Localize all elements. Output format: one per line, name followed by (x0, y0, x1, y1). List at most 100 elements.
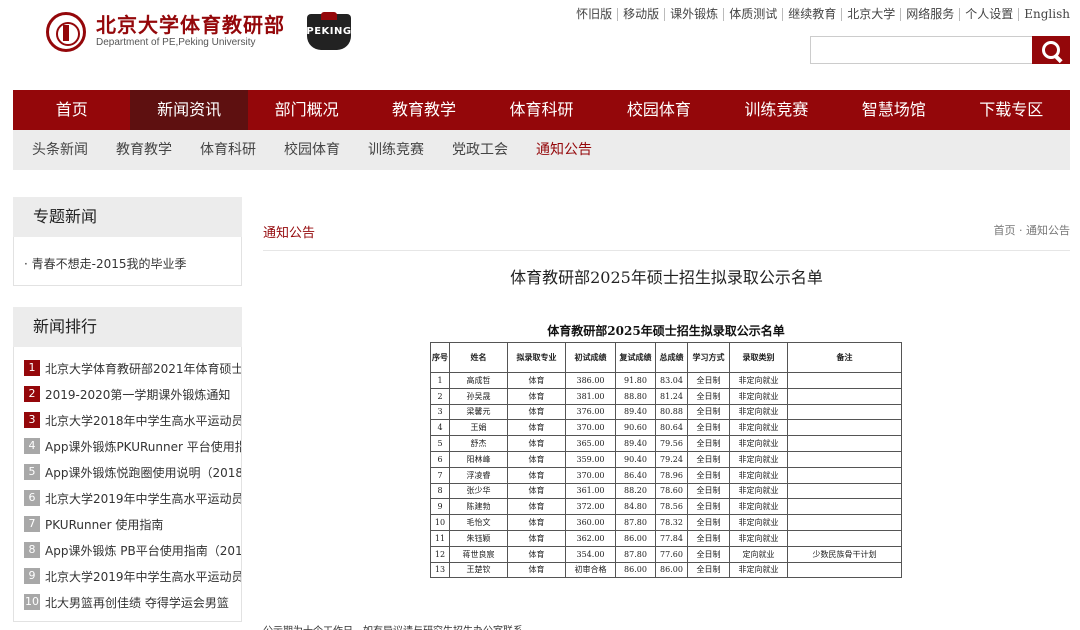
ranking-item[interactable]: 10 北大男篮再创佳绩 夺得学运会男篮 (24, 589, 241, 615)
table-cell: 89.40 (615, 435, 656, 452)
table-cell (787, 482, 902, 500)
ranking-title-text: 北京大学2018年中学生高水平运动员 (45, 413, 241, 428)
site-name-en: Department of PE,Peking University (96, 37, 256, 48)
top-link[interactable]: 怀旧版 (571, 8, 619, 21)
breadcrumb[interactable]: 首页 · 通知公告 (994, 222, 1071, 238)
table-cell: 2 (430, 387, 450, 405)
table-cell: 蒋世良宸 (449, 545, 508, 563)
nav-item[interactable]: 首页 (13, 90, 130, 130)
table-cell: 80.64 (655, 419, 688, 437)
ranking-title-text: App课外锻炼 PB平台使用指南（2018 (45, 543, 241, 558)
table-cell: 13 (430, 561, 450, 579)
table-cell: 84.80 (615, 498, 656, 516)
top-link[interactable]: 继续教育 (783, 8, 843, 21)
table-cell: 张少华 (449, 482, 508, 500)
table-cell: 360.00 (565, 514, 616, 531)
nav-item[interactable]: 训练竞赛 (718, 90, 835, 130)
table-cell: 11 (430, 529, 450, 547)
rank-number: 4 (24, 438, 40, 454)
table-cell: 10 (430, 514, 450, 531)
site-name-cn: 北京大学体育教研部 (96, 13, 285, 37)
top-link[interactable]: 移动版 (618, 8, 666, 21)
nav-item[interactable]: 新闻资讯 (130, 90, 248, 130)
ranking-title-text: 2019-2020第一学期课外锻炼通知 (45, 387, 231, 402)
subnav-item[interactable]: 校园体育 (284, 130, 340, 170)
table-cell: 浮凌睿 (449, 466, 508, 484)
search-input[interactable] (810, 36, 1032, 64)
table-cell: 4 (430, 419, 450, 437)
subnav-item[interactable]: 体育科研 (200, 130, 256, 170)
article-note: 公示期为十个工作日，如有异议请与研究生招生办公室联系。 (263, 622, 533, 630)
site-logo[interactable]: 北京大学体育教研部 Department of PE,Peking Univer… (46, 12, 359, 52)
table-cell (787, 466, 902, 484)
table-cell: 非定向就业 (729, 435, 788, 452)
badge-crown (321, 12, 337, 20)
subnav-item[interactable]: 教育教学 (116, 130, 172, 170)
table-cell: 361.00 (565, 482, 616, 500)
table-cell: 体育 (507, 529, 566, 547)
table-row: 9 陈建勃 体育 372.00 84.80 78.56 全日制 非定向就业 (430, 498, 902, 516)
ranking-item[interactable]: 9 北京大学2019年中学生高水平运动员 (24, 563, 241, 589)
table-header-cell: 复试成绩 (615, 342, 656, 373)
table-cell: 体育 (507, 372, 566, 389)
subnav-item[interactable]: 训练竞赛 (368, 130, 424, 170)
table-cell: 少数民族骨干计划 (787, 545, 902, 563)
table-cell: 全日制 (687, 482, 730, 500)
table-cell: 359.00 (565, 450, 616, 468)
table-cell: 5 (430, 435, 450, 452)
table-cell: 全日制 (687, 419, 730, 437)
content-category[interactable]: 通知公告 (263, 222, 315, 241)
ranking-title-text: PKURunner 使用指南 (45, 517, 164, 532)
table-cell: 370.00 (565, 466, 616, 484)
topic-link[interactable]: · 青春不想走-2015我的毕业季 (14, 237, 241, 285)
top-link[interactable]: 网络服务 (901, 8, 961, 21)
ranking-item[interactable]: 7 PKURunner 使用指南 (24, 511, 241, 537)
nav-item[interactable]: 校园体育 (600, 90, 717, 130)
article-title: 体育教研部2025年硕士招生拟录取公示名单 (510, 268, 823, 287)
table-cell: 舒杰 (449, 435, 508, 452)
subnav-item[interactable]: 头条新闻 (32, 130, 88, 170)
ranking-title-text: App课外锻炼悦跑圈使用说明（2018 (45, 465, 241, 480)
ranking-item[interactable]: 8 App课外锻炼 PB平台使用指南（2018 (24, 537, 241, 563)
table-row: 12 蒋世良宸 体育 354.00 87.80 77.60 全日制 定向就业 少数民族骨干计划 (430, 545, 902, 563)
search-button[interactable] (1032, 36, 1070, 64)
table-cell (787, 419, 902, 437)
table-cell: 非定向就业 (729, 529, 788, 547)
ranking-item[interactable]: 4 App课外锻炼PKURunner 平台使用指 (24, 433, 241, 459)
nav-item[interactable]: 体育科研 (483, 90, 600, 130)
nav-item[interactable]: 部门概况 (248, 90, 365, 130)
rank-number: 8 (24, 542, 40, 558)
nav-item[interactable]: 下载专区 (953, 90, 1070, 130)
ranking-item[interactable]: 5 App课外锻炼悦跑圈使用说明（2018 (24, 459, 241, 485)
top-link[interactable]: 北京大学 (842, 8, 902, 21)
top-link[interactable]: English (1019, 8, 1070, 21)
table-cell: 全日制 (687, 561, 730, 579)
table-cell: 体育 (507, 514, 566, 531)
ranking-item[interactable]: 2 2019-2020第一学期课外锻炼通知 (24, 381, 241, 407)
table-cell: 全日制 (687, 435, 730, 452)
ranking-title: 新闻排行 (13, 307, 242, 347)
peking-badge-icon: PEKING (299, 12, 359, 52)
nav-item[interactable]: 教育教学 (365, 90, 482, 130)
ranking-item[interactable]: 3 北京大学2018年中学生高水平运动员 (24, 407, 241, 433)
main-nav: 首页 新闻资讯 部门概况 教育教学 体育科研 校园体育 训练竞赛 智慧场馆 下载专区 (13, 90, 1070, 130)
top-link[interactable]: 个人设置 (960, 8, 1020, 21)
nav-item[interactable]: 智慧场馆 (835, 90, 952, 130)
table-cell: 78.32 (655, 514, 688, 531)
table-cell: 非定向就业 (729, 561, 788, 579)
subnav-item[interactable]: 通知公告 (536, 130, 592, 170)
table-cell: 王娟 (449, 419, 508, 437)
ranking-item[interactable]: 1 北京大学体育教研部2021年体育硕士 (24, 355, 241, 381)
table-cell: 毛怡文 (449, 514, 508, 531)
table-cell: 381.00 (565, 387, 616, 405)
table-cell: 体育 (507, 498, 566, 516)
table-cell: 80.88 (655, 403, 688, 421)
top-link[interactable]: 体质测试 (724, 8, 784, 21)
ranking-item[interactable]: 6 北京大学2019年中学生高水平运动员 (24, 485, 241, 511)
top-link[interactable]: 课外锻炼 (665, 8, 725, 21)
table-cell: 86.00 (655, 561, 688, 579)
subnav-item[interactable]: 党政工会 (452, 130, 508, 170)
table-cell: 体育 (507, 561, 566, 579)
table-cell: 81.24 (655, 387, 688, 405)
table-header-cell: 学习方式 (687, 342, 730, 373)
